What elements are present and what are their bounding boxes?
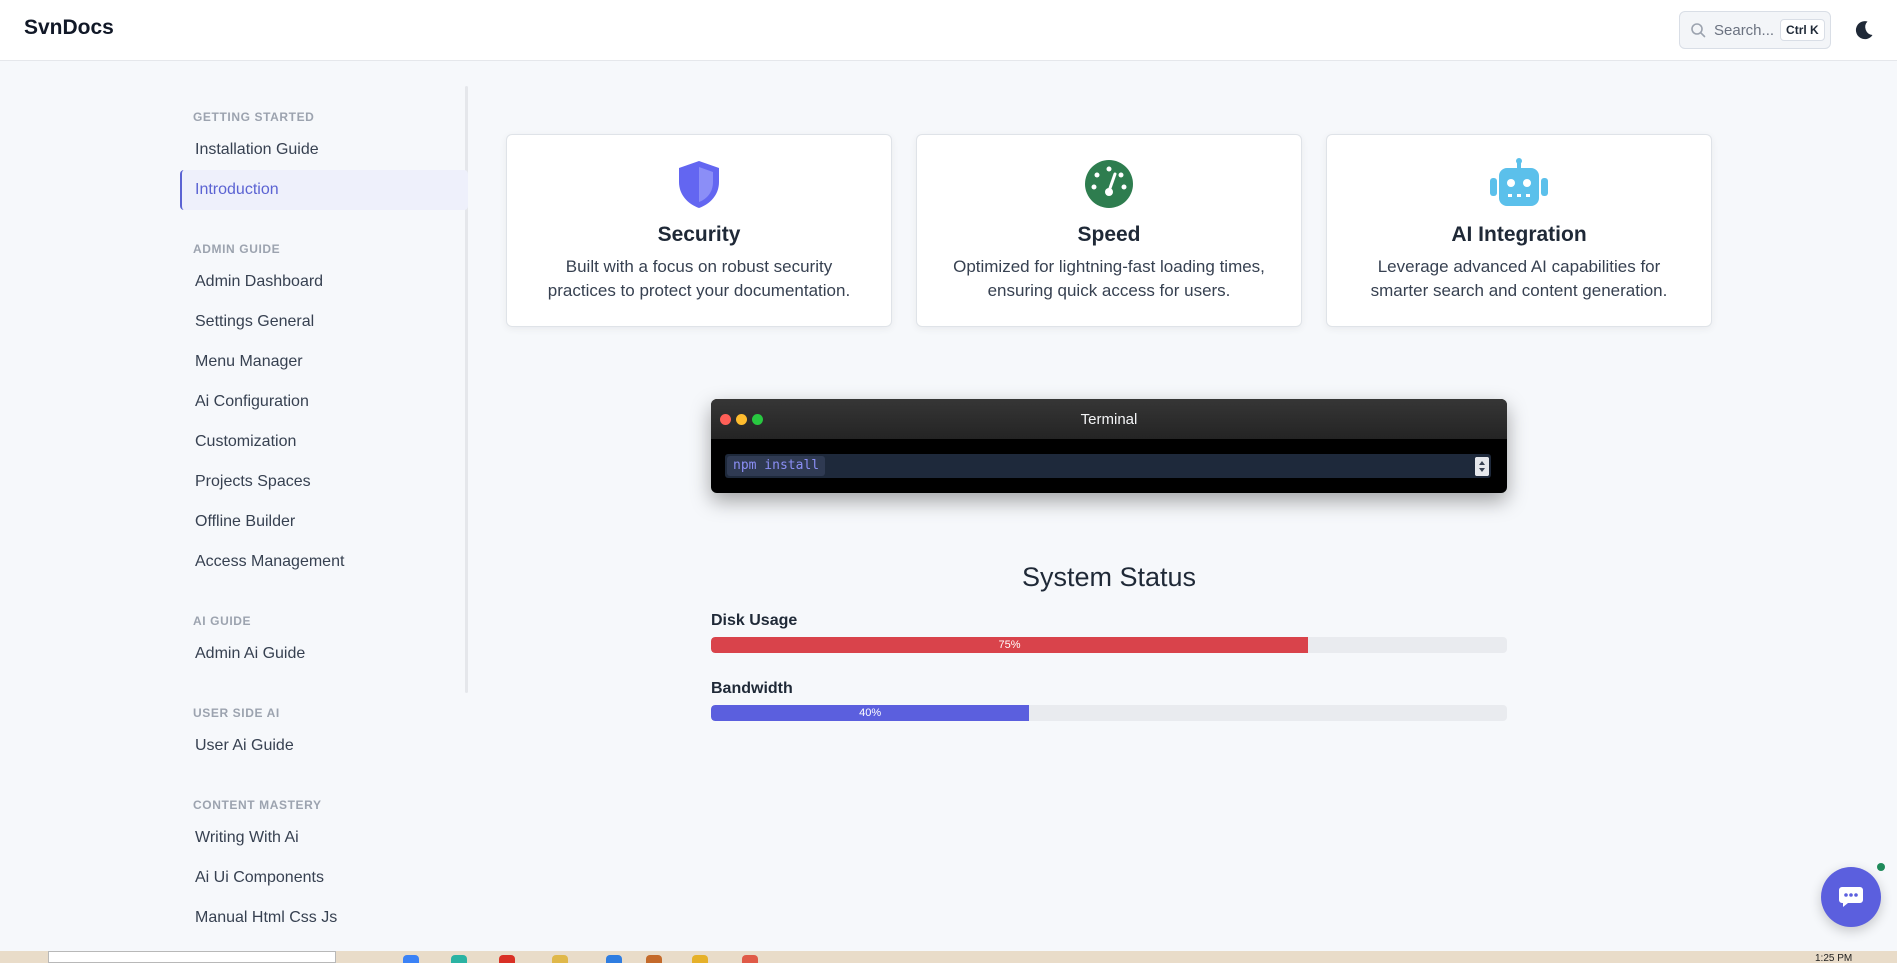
sidebar-item-writing-with-ai[interactable]: Writing With Ai (180, 818, 468, 858)
taskbar-app-icon[interactable] (742, 955, 758, 963)
sidebar-nav: GETTING STARTED Installation Guide Intro… (180, 90, 468, 938)
feature-title: Security (657, 223, 741, 246)
feature-description: Optimized for lightning-fast loading tim… (953, 257, 1265, 300)
online-status-indicator (1877, 863, 1885, 871)
feature-description: Leverage advanced AI capabilities for sm… (1370, 257, 1668, 300)
taskbar-app-icon[interactable] (606, 955, 622, 963)
search-placeholder: Search... (1714, 21, 1775, 39)
sidebar-item-settings-general[interactable]: Settings General (180, 302, 468, 342)
terminal-titlebar: Terminal (711, 399, 1507, 439)
taskbar-search-box[interactable] (48, 951, 336, 963)
disk-usage-label: Disk Usage (711, 612, 798, 629)
disk-usage-progress: 75% (711, 637, 1507, 653)
moon-icon[interactable] (1852, 18, 1876, 42)
feature-card-ai-integration: AI Integration Leverage advanced AI capa… (1326, 134, 1712, 327)
sidebar-item-introduction[interactable]: Introduction (180, 170, 468, 210)
sidebar-item-access-management[interactable]: Access Management (180, 542, 468, 582)
terminal-command: npm install (727, 456, 826, 476)
bandwidth-label: Bandwidth (711, 680, 793, 697)
system-status-heading: System Status (1021, 562, 1197, 592)
search-icon (1691, 23, 1706, 38)
robot-icon (1490, 158, 1548, 206)
feature-card-speed: Speed Optimized for lightning-fast loadi… (916, 134, 1302, 327)
sidebar-section-content-mastery: CONTENT MASTERY (193, 798, 322, 812)
sidebar-item-manual-html-css-js[interactable]: Manual Html Css Js (180, 898, 468, 938)
chat-button[interactable] (1821, 867, 1881, 927)
speedometer-icon (1085, 160, 1133, 208)
terminal-window: Terminal npm install (711, 399, 1507, 493)
taskbar-app-icon[interactable] (646, 955, 662, 963)
feature-description: Built with a focus on robust security pr… (547, 257, 851, 300)
bandwidth-progress: 40% (711, 705, 1507, 721)
sidebar-item-projects-spaces[interactable]: Projects Spaces (180, 462, 468, 502)
search-button[interactable]: Search... Ctrl K (1679, 11, 1831, 49)
shield-icon (679, 161, 719, 208)
sidebar-section-admin-guide: ADMIN GUIDE (193, 242, 281, 256)
sidebar-item-ai-configuration[interactable]: Ai Configuration (180, 382, 468, 422)
terminal-title: Terminal (1080, 411, 1138, 428)
sidebar-item-user-ai-guide[interactable]: User Ai Guide (180, 726, 468, 766)
brand-logo[interactable]: SvnDocs (24, 16, 114, 40)
taskbar-app-icon[interactable] (499, 955, 515, 963)
sidebar-item-installation-guide[interactable]: Installation Guide (180, 130, 468, 170)
sidebar-section-getting-started: GETTING STARTED (193, 110, 315, 124)
search-shortcut-badge: Ctrl K (1780, 19, 1825, 41)
taskbar-app-icon[interactable] (403, 955, 419, 963)
terminal-input[interactable]: npm install (725, 454, 1491, 478)
sidebar-item-ai-ui-components[interactable]: Ai Ui Components (180, 858, 468, 898)
sidebar-section-user-side-ai: USER SIDE AI (193, 706, 280, 720)
sidebar-item-admin-dashboard[interactable]: Admin Dashboard (180, 262, 468, 302)
feature-title: AI Integration (1451, 223, 1587, 246)
chat-bubble-icon (1839, 887, 1863, 907)
sidebar-item-offline-builder[interactable]: Offline Builder (180, 502, 468, 542)
feature-card-security: Security Built with a focus on robust se… (506, 134, 892, 327)
number-spinner-icon[interactable] (1475, 457, 1489, 476)
top-header: SvnDocs Search... Ctrl K (0, 0, 1897, 61)
sidebar-item-customization[interactable]: Customization (180, 422, 468, 462)
disk-usage-fill: 75% (711, 637, 1308, 653)
feature-title: Speed (1077, 223, 1141, 246)
taskbar-app-icon[interactable] (552, 955, 568, 963)
taskbar-app-icon[interactable] (692, 955, 708, 963)
taskbar-app-icon[interactable] (451, 955, 467, 963)
sidebar-item-menu-manager[interactable]: Menu Manager (180, 342, 468, 382)
bandwidth-fill: 40% (711, 705, 1030, 721)
sidebar-section-ai-guide: AI GUIDE (193, 614, 252, 628)
taskbar-clock: 1:25 PM (1815, 953, 1853, 963)
sidebar-item-admin-ai-guide[interactable]: Admin Ai Guide (180, 634, 468, 674)
